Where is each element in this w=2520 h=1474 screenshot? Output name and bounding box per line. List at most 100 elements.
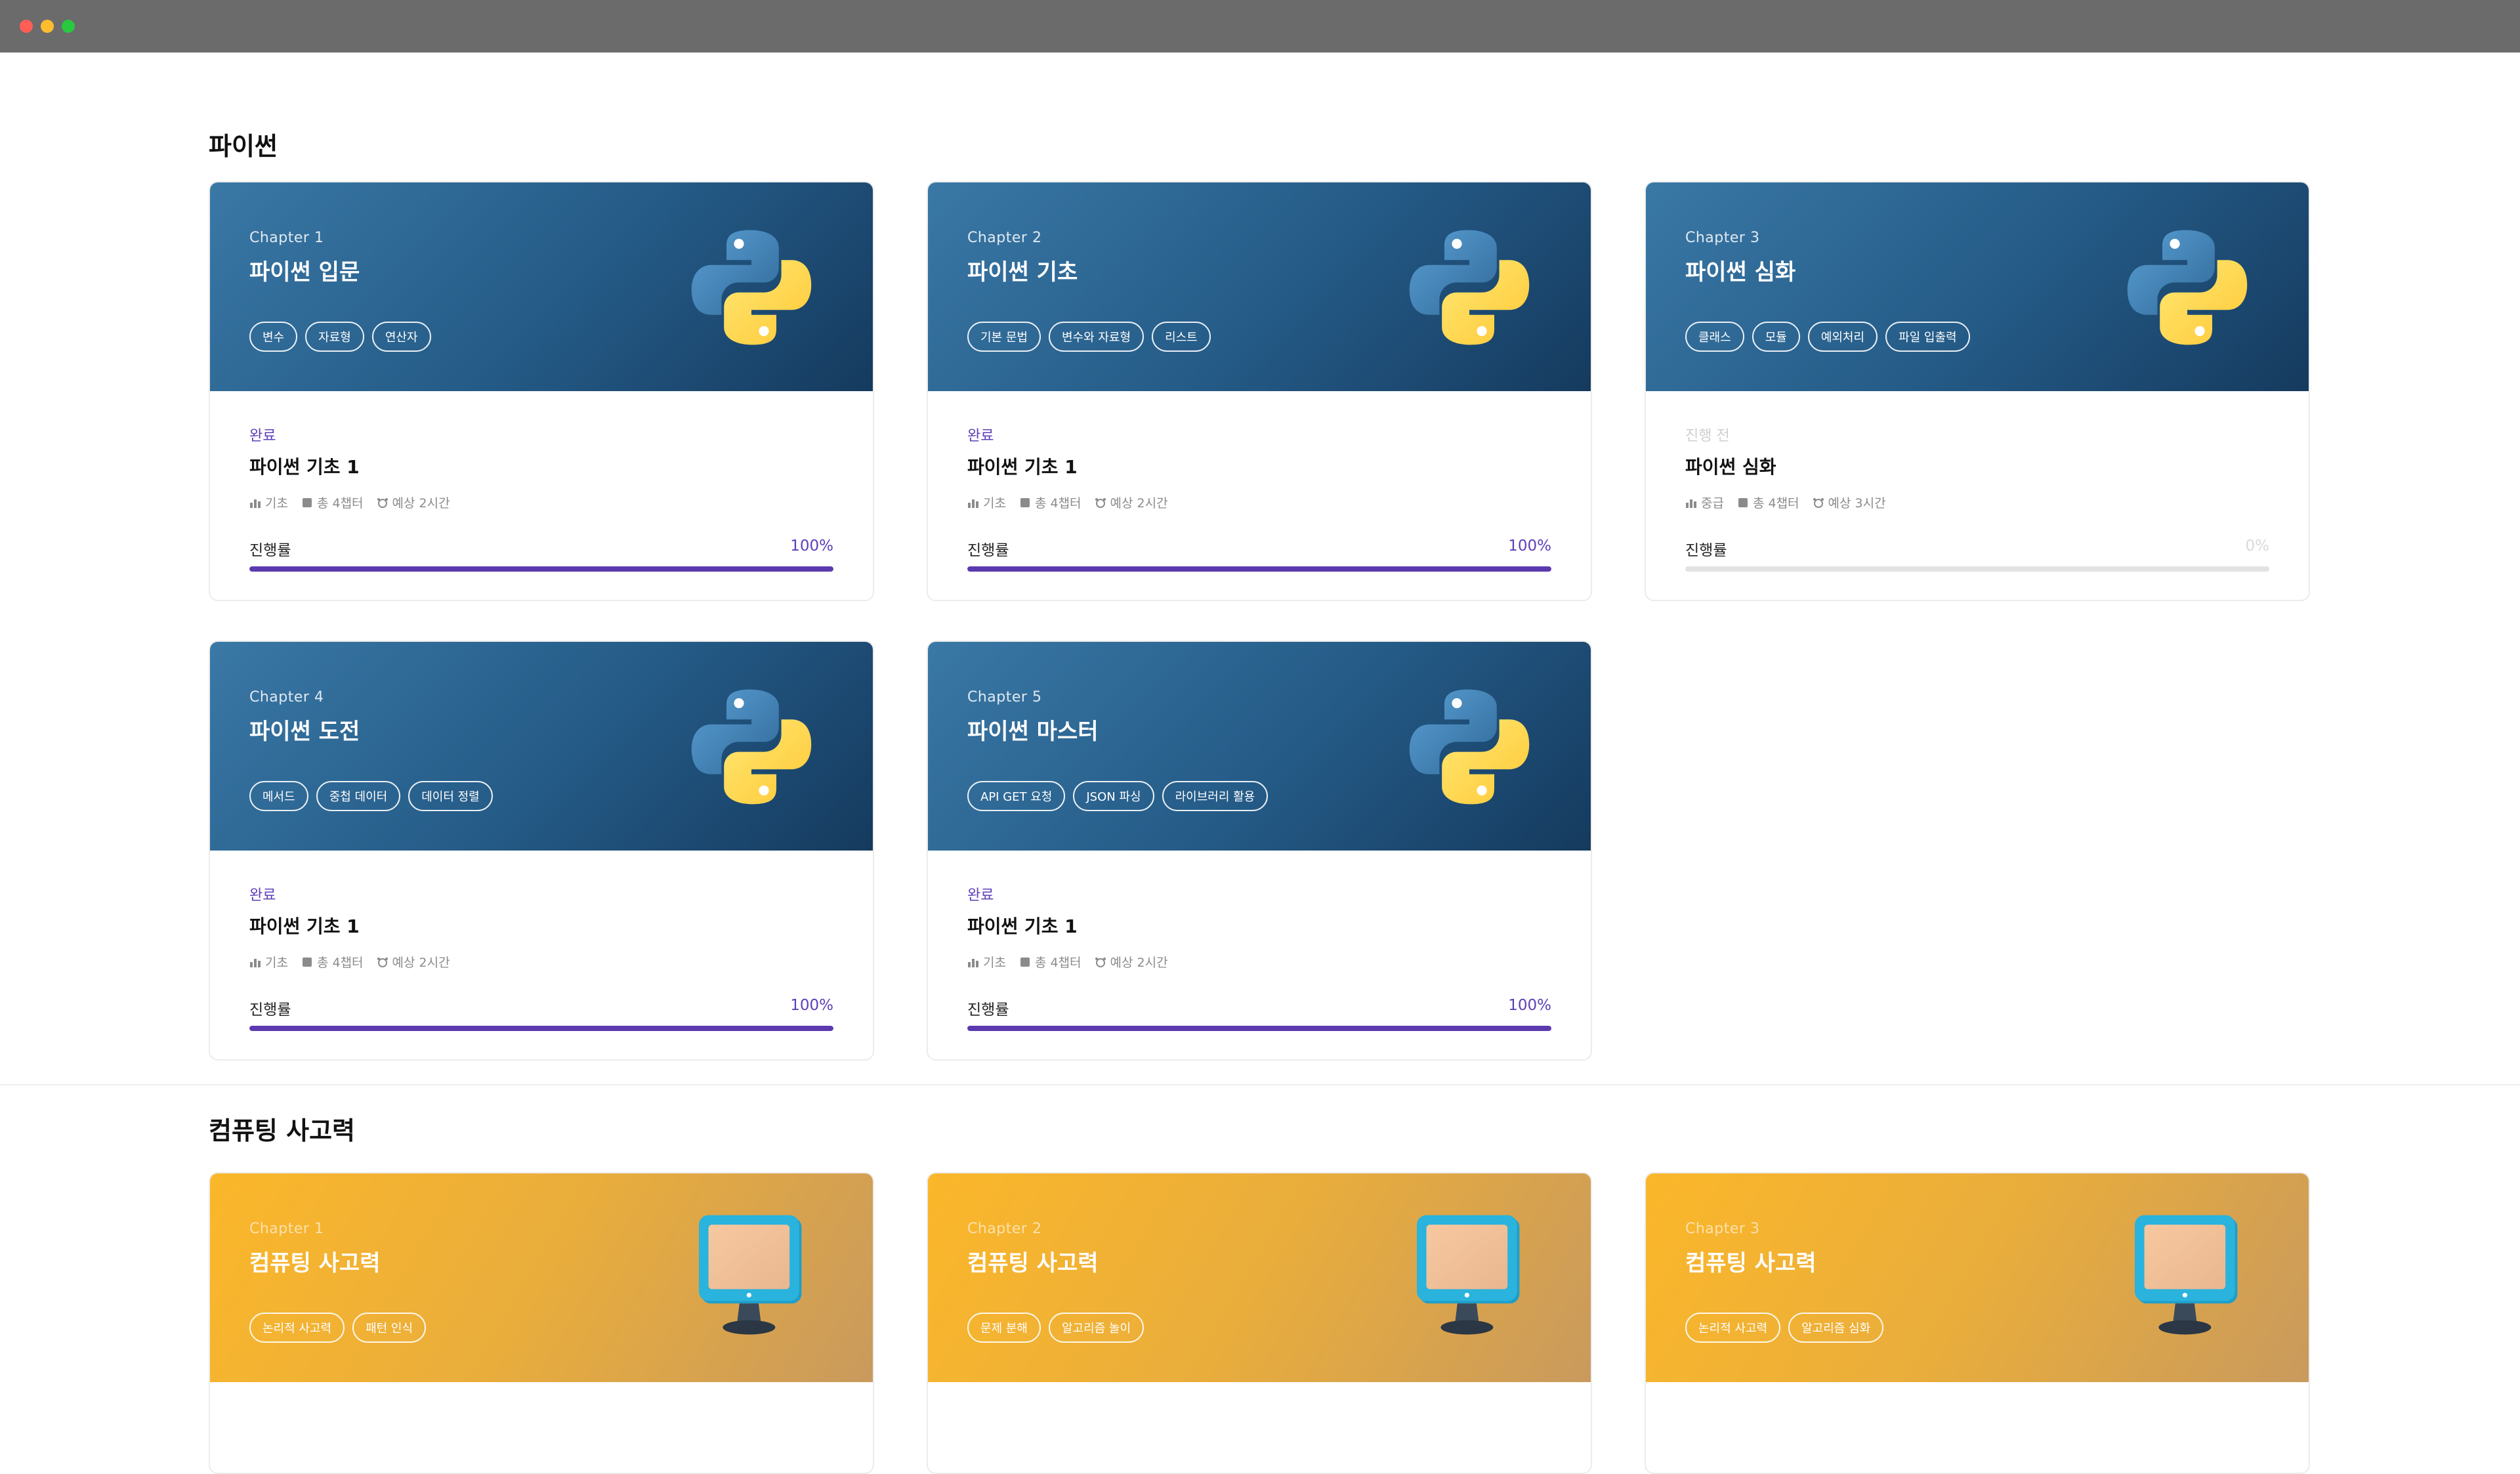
book-icon bbox=[302, 497, 312, 507]
alarm-clock-icon bbox=[377, 957, 388, 967]
level-meta: 기초 bbox=[249, 953, 288, 971]
card-body: 완료 파이썬 기초 1 기초 총 4챕터 예상 2시간 진행률 100% bbox=[210, 851, 873, 1031]
section-title-computational-thinking: 컴퓨팅 사고력 bbox=[209, 1116, 355, 1145]
time-meta: 예상 2시간 bbox=[377, 494, 450, 511]
alarm-clock-icon bbox=[377, 497, 388, 508]
progress-row: 진행률 0% bbox=[1685, 537, 2269, 560]
time-meta: 예상 3시간 bbox=[1813, 494, 1886, 511]
alarm-clock-icon bbox=[1813, 497, 1824, 508]
time-meta: 예상 2시간 bbox=[1095, 953, 1168, 971]
minimize-window-icon[interactable] bbox=[41, 20, 54, 33]
course-card[interactable]: Chapter 3 파이썬 심화 클래스 모듈 예외처리 파일 입출력 진행 전 파이… bbox=[1645, 181, 2310, 601]
tag: 모듈 bbox=[1752, 322, 1800, 352]
course-card[interactable]: Chapter 2 컴퓨팅 사고력 문제 분해 알고리즘 놀이 bbox=[927, 1172, 1592, 1474]
lesson-title: 파이썬 기초 1 bbox=[249, 916, 360, 937]
tag: 패턴 인식 bbox=[352, 1313, 427, 1343]
bar-chart-icon bbox=[250, 499, 261, 508]
bar-chart-icon bbox=[968, 499, 978, 508]
card-banner: Chapter 1 컴퓨팅 사고력 논리적 사고력 패턴 인식 bbox=[210, 1173, 873, 1382]
tag: 문제 분해 bbox=[967, 1313, 1041, 1343]
tag: 예외처리 bbox=[1807, 322, 1878, 352]
card-banner: Chapter 2 컴퓨팅 사고력 문제 분해 알고리즘 놀이 bbox=[928, 1173, 1591, 1382]
tag: 자료형 bbox=[305, 322, 364, 352]
chapters-meta: 총 4챕터 bbox=[1019, 494, 1082, 511]
monitor-icon bbox=[1417, 1215, 1520, 1335]
progress-fill bbox=[249, 1026, 833, 1031]
progress-bar bbox=[967, 1026, 1551, 1031]
progress-bar bbox=[1685, 566, 2269, 572]
bar-chart-icon bbox=[1686, 499, 1696, 508]
progress-row: 진행률 100% bbox=[249, 537, 833, 560]
python-logo-icon bbox=[2127, 230, 2248, 345]
window-titlebar bbox=[0, 0, 2520, 53]
section-divider bbox=[0, 1084, 2520, 1085]
level-meta: 기초 bbox=[967, 953, 1006, 971]
maximize-window-icon[interactable] bbox=[62, 20, 75, 33]
book-icon bbox=[1020, 957, 1030, 967]
progress-label: 진행률 bbox=[1685, 542, 1727, 559]
card-meta: 기초 총 4챕터 예상 2시간 bbox=[967, 953, 1551, 971]
card-banner: Chapter 5 파이썬 마스터 API GET 요청 JSON 파싱 라이브러리… bbox=[928, 642, 1591, 851]
monitor-icon bbox=[2135, 1215, 2238, 1335]
book-icon bbox=[1020, 497, 1030, 507]
course-card[interactable]: Chapter 1 파이썬 입문 변수 자료형 연산자 완료 파이썬 기초 1 기초… bbox=[209, 181, 874, 601]
bar-chart-icon bbox=[250, 958, 261, 967]
book-icon bbox=[302, 957, 312, 967]
progress-bar bbox=[967, 566, 1551, 572]
progress-fill bbox=[967, 566, 1551, 572]
card-banner: Chapter 2 파이썬 기초 기본 문법 변수와 자료형 리스트 bbox=[928, 182, 1591, 391]
lesson-title: 파이썬 기초 1 bbox=[967, 916, 1078, 937]
card-meta: 중급 총 4챕터 예상 3시간 bbox=[1685, 494, 2269, 511]
progress-bar bbox=[249, 1026, 833, 1031]
progress-bar bbox=[249, 566, 833, 572]
alarm-clock-icon bbox=[1095, 497, 1106, 508]
status-badge: 완료 bbox=[249, 428, 276, 444]
progress-value: 100% bbox=[1508, 997, 1551, 1014]
progress-value: 100% bbox=[1508, 537, 1551, 555]
course-card[interactable]: Chapter 3 컴퓨팅 사고력 논리적 사고력 알고리즘 심화 bbox=[1645, 1172, 2310, 1474]
status-badge: 완료 bbox=[967, 887, 994, 904]
tag: 파일 입출력 bbox=[1885, 322, 1970, 352]
card-meta: 기초 총 4챕터 예상 2시간 bbox=[249, 953, 833, 971]
level-meta: 기초 bbox=[967, 494, 1006, 511]
progress-value: 0% bbox=[2245, 537, 2270, 555]
close-window-icon[interactable] bbox=[20, 20, 33, 33]
section-title-python: 파이썬 bbox=[209, 132, 278, 161]
lesson-title: 파이썬 심화 bbox=[1685, 456, 1776, 478]
tag: 라이브러리 활용 bbox=[1162, 781, 1269, 811]
course-card[interactable]: Chapter 2 파이썬 기초 기본 문법 변수와 자료형 리스트 완료 파이썬 … bbox=[927, 181, 1592, 601]
chapters-meta: 총 4챕터 bbox=[301, 494, 364, 511]
course-card[interactable]: Chapter 1 컴퓨팅 사고력 논리적 사고력 패턴 인식 bbox=[209, 1172, 874, 1474]
time-meta: 예상 2시간 bbox=[1095, 494, 1168, 511]
status-badge: 완료 bbox=[249, 887, 276, 904]
tag: 논리적 사고력 bbox=[1685, 1313, 1781, 1343]
tag: JSON 파싱 bbox=[1073, 781, 1154, 811]
lesson-title: 파이썬 기초 1 bbox=[967, 456, 1078, 478]
progress-fill bbox=[967, 1026, 1551, 1031]
book-icon bbox=[1738, 497, 1748, 507]
tag: 논리적 사고력 bbox=[249, 1313, 345, 1343]
python-logo-icon bbox=[1409, 230, 1530, 345]
chapters-meta: 총 4챕터 bbox=[301, 953, 364, 971]
card-body: 완료 파이썬 기초 1 기초 총 4챕터 예상 2시간 진행률 100% bbox=[928, 851, 1591, 1031]
card-body: 진행 전 파이썬 심화 중급 총 4챕터 예상 3시간 진행률 0% bbox=[1646, 391, 2309, 572]
progress-fill bbox=[249, 566, 833, 572]
tag: 중첩 데이터 bbox=[316, 781, 401, 811]
progress-label: 진행률 bbox=[249, 542, 291, 559]
progress-value: 100% bbox=[790, 997, 833, 1014]
python-logo-icon bbox=[1409, 689, 1530, 805]
progress-label: 진행률 bbox=[967, 542, 1009, 559]
progress-row: 진행률 100% bbox=[967, 997, 1551, 1019]
tag: 변수 bbox=[249, 322, 298, 352]
lesson-title: 파이썬 기초 1 bbox=[249, 456, 360, 478]
tag: API GET 요청 bbox=[967, 781, 1066, 811]
tag: 기본 문법 bbox=[967, 322, 1041, 352]
tag: 데이터 정렬 bbox=[408, 781, 493, 811]
course-card[interactable]: Chapter 4 파이썬 도전 메서드 중첩 데이터 데이터 정렬 완료 파이썬 … bbox=[209, 641, 874, 1061]
tag: 연산자 bbox=[371, 322, 431, 352]
tag: 리스트 bbox=[1152, 322, 1211, 352]
card-banner: Chapter 4 파이썬 도전 메서드 중첩 데이터 데이터 정렬 bbox=[210, 642, 873, 851]
course-card[interactable]: Chapter 5 파이썬 마스터 API GET 요청 JSON 파싱 라이브러리… bbox=[927, 641, 1592, 1061]
progress-row: 진행률 100% bbox=[967, 537, 1551, 560]
chapters-meta: 총 4챕터 bbox=[1019, 953, 1082, 971]
